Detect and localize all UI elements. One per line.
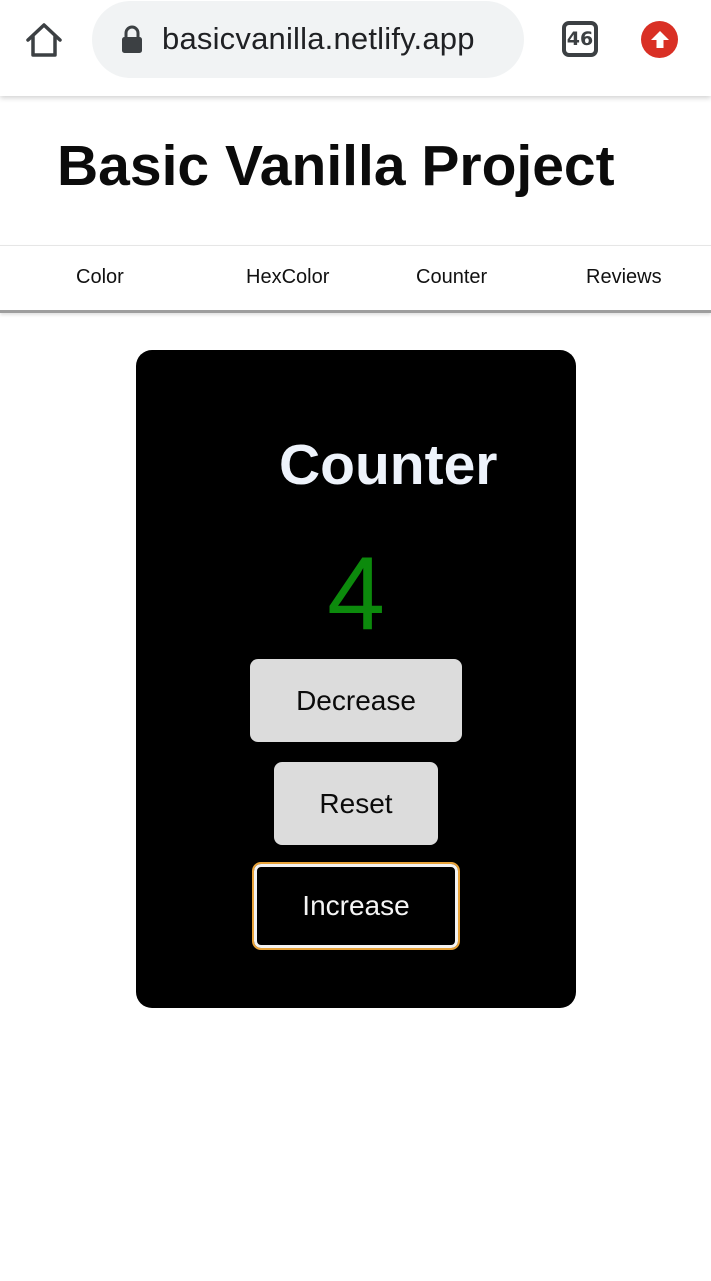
tab-count: 46	[566, 28, 594, 50]
address-bar[interactable]: basicvanilla.netlify.app	[92, 1, 524, 78]
counter-value: 4	[327, 536, 385, 652]
lock-icon	[122, 25, 142, 53]
page-title: Basic Vanilla Project	[57, 134, 615, 198]
reset-button[interactable]: Reset	[274, 762, 438, 845]
decrease-button[interactable]: Decrease	[250, 659, 462, 742]
tab-switcher-button[interactable]: 46	[562, 21, 598, 57]
counter-title: Counter	[279, 433, 498, 497]
main-nav: Color HexColor Counter Reviews	[0, 245, 711, 313]
browser-toolbar: basicvanilla.netlify.app 46	[0, 0, 711, 96]
increase-button[interactable]: Increase	[252, 862, 460, 950]
update-button[interactable]	[641, 21, 678, 58]
nav-link-hexcolor[interactable]: HexColor	[246, 266, 329, 289]
home-button[interactable]	[20, 17, 68, 63]
nav-link-counter[interactable]: Counter	[416, 266, 487, 289]
update-arrow-icon	[650, 30, 669, 48]
counter-card: Counter 4 Decrease Reset Increase	[136, 350, 576, 1008]
nav-link-reviews[interactable]: Reviews	[586, 266, 662, 289]
url-text: basicvanilla.netlify.app	[162, 21, 475, 56]
nav-link-color[interactable]: Color	[76, 266, 124, 289]
home-icon	[26, 23, 62, 57]
